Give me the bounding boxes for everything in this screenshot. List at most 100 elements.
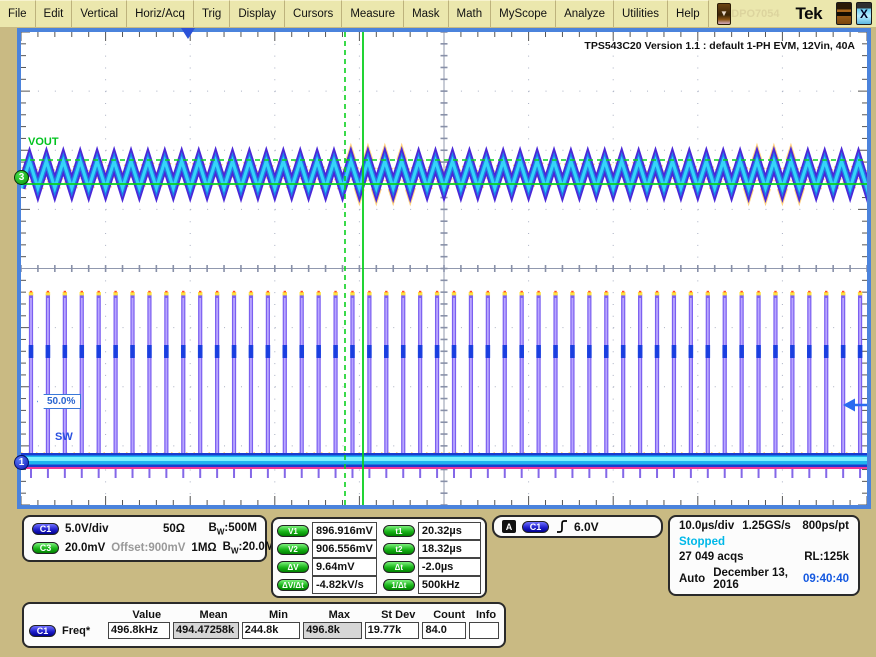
tek-logo: Tek xyxy=(796,4,823,24)
timebase-panel: 10.0µs/div 1.25GS/s 800ps/pt Stopped 27 … xyxy=(668,515,860,596)
menu-item-display[interactable]: Display xyxy=(230,0,285,27)
oscilloscope-screen: FileEditVerticalHoriz/AcqTrigDisplayCurs… xyxy=(0,0,876,657)
sample-rate: 1.25GS/s xyxy=(742,520,791,532)
channel-row-c1[interactable]: C1 5.0V/div 50Ω BW:500M xyxy=(32,522,257,536)
cursor-value: 20.32µs xyxy=(418,522,481,540)
channel-scale: 5.0V/div xyxy=(65,523,143,535)
menu-item-vertical[interactable]: Vertical xyxy=(72,0,127,27)
cursor-badge: Δt xyxy=(383,561,415,573)
trigger-slot-badge: A xyxy=(502,520,516,533)
menu-item-file[interactable]: File xyxy=(0,0,36,27)
menu-item-help[interactable]: Help xyxy=(668,0,709,27)
cursor-badge: ΔV xyxy=(277,561,309,573)
measurement-cell: 496.8k xyxy=(303,622,361,639)
waveform-display[interactable] xyxy=(21,32,867,505)
cursor-value: -4.82kV/s xyxy=(312,576,377,594)
cursor-readout-vt: ΔV/Δt-4.82kV/s xyxy=(277,576,377,594)
acquisition-status: Stopped xyxy=(679,536,725,548)
cursor-badge: ΔV/Δt xyxy=(277,579,309,591)
cursor-value: 906.556mV xyxy=(312,540,377,558)
trigger-panel[interactable]: A C1 6.0V xyxy=(492,515,663,538)
measurement-cell: 19.77k xyxy=(365,622,420,639)
measurement-header: Mean xyxy=(181,609,247,621)
menu-item-trig[interactable]: Trig xyxy=(194,0,230,27)
vout-label: VOUT xyxy=(28,136,59,148)
cursor-readout-v1: V1896.916mV xyxy=(277,522,377,540)
channel-impedance: 1MΩ xyxy=(191,542,216,554)
channel-scale: 20.0mV xyxy=(65,542,105,554)
measurement-header: Min xyxy=(250,609,308,621)
graticule-frame: 3 1 TPS543C20 Version 1.1 : default 1-PH… xyxy=(17,28,871,509)
cursor-value: -2.0µs xyxy=(418,558,481,576)
measurement-cell: 496.8kHz xyxy=(108,622,170,639)
cursor-value: 896.916mV xyxy=(312,522,377,540)
minimize-icon xyxy=(837,12,851,16)
trigger-source-badge: C1 xyxy=(522,521,549,533)
measurement-header: Count xyxy=(428,609,470,621)
channel-bandwidth: BW:20.0M xyxy=(223,541,275,555)
menu-item-edit[interactable]: Edit xyxy=(36,0,73,27)
channel3-marker[interactable]: 3 xyxy=(14,170,29,185)
measurement-cell: 84.0 xyxy=(422,622,466,639)
cursor-readout-panel: V1896.916mVV2906.556mVΔV9.64mVΔV/Δt-4.82… xyxy=(271,517,487,598)
menu-item-myscope[interactable]: MyScope xyxy=(491,0,556,27)
channel-badge: C3 xyxy=(32,542,59,554)
cursor-readout-v: ΔV9.64mV xyxy=(277,558,377,576)
sample-resolution: 800ps/pt xyxy=(802,520,849,532)
channel-impedance: 50Ω xyxy=(163,523,185,535)
measurement-header: St Dev xyxy=(371,609,425,621)
menu-item-analyze[interactable]: Analyze xyxy=(556,0,614,27)
measurement-source-badge: C1 xyxy=(29,625,56,637)
channel-row-c3[interactable]: C320.0mVOffset:900mV1MΩBW:20.0M xyxy=(32,541,257,555)
trigger-level-flag[interactable]: 50.0% xyxy=(37,394,81,409)
trigger-position-marker[interactable] xyxy=(181,28,195,39)
measurement-cell: 244.8k xyxy=(242,622,300,639)
screen-annotation: TPS543C20 Version 1.1 : default 1-PH EVM… xyxy=(584,40,855,52)
cursor-badge: V1 xyxy=(277,525,309,537)
menu-item-mask[interactable]: Mask xyxy=(404,0,448,27)
clock-label: 09:40:40 xyxy=(803,573,849,585)
cursor-badge: V2 xyxy=(277,543,309,555)
measurement-table: ValueMeanMinMaxSt DevCountInfo C1Freq*49… xyxy=(22,602,506,648)
trigger-mode: Auto xyxy=(679,573,705,585)
menu-dropdown-button[interactable]: ▼ xyxy=(717,3,732,25)
menu-item-measure[interactable]: Measure xyxy=(342,0,404,27)
cursor-value: 9.64mV xyxy=(312,558,377,576)
channel-scale-panel: C1 5.0V/div 50Ω BW:500M C3 20.0mV Offset:900mV… xyxy=(22,515,267,562)
cursor-readout-v2: V2906.556mV xyxy=(277,540,377,558)
measurement-cell xyxy=(469,622,499,639)
waveform-plot-area[interactable]: TPS543C20 Version 1.1 : default 1-PH EVM… xyxy=(21,32,867,505)
measurement-header: Value xyxy=(116,609,178,621)
record-length: RL:125k xyxy=(804,551,849,563)
channel-offset: Offset:900mV xyxy=(111,542,185,554)
channel-badge: C1 xyxy=(32,523,59,535)
measurement-name: Freq* xyxy=(62,625,90,637)
date-label: December 13, 2016 xyxy=(713,567,795,591)
cursor-badge: 1/Δt xyxy=(383,579,415,591)
menu-item-cursors[interactable]: Cursors xyxy=(285,0,342,27)
cursor-readout-t2: t218.32µs xyxy=(383,540,481,558)
acquisition-count: 27 049 acqs xyxy=(679,551,744,563)
channel-bandwidth: BW:500M xyxy=(191,522,257,536)
timebase-scale: 10.0µs/div xyxy=(679,520,734,532)
cursor-badge: t2 xyxy=(383,543,415,555)
cursor-value: 500kHz xyxy=(418,576,481,594)
sw-label: SW xyxy=(55,431,73,443)
cursor-readout-t: Δt-2.0µs xyxy=(383,558,481,576)
measurement-row-freq[interactable]: C1 Freq* 496.8kHz494.47258k244.8k496.8k19.… xyxy=(29,622,499,639)
model-label: DPO7054 xyxy=(731,8,779,20)
cursor-value: 18.32µs xyxy=(418,540,481,558)
rising-edge-icon xyxy=(555,519,568,534)
measurement-header: Info xyxy=(473,609,499,621)
cursor-readout-1t: 1/Δt500kHz xyxy=(383,576,481,594)
menu-bar: FileEditVerticalHoriz/AcqTrigDisplayCurs… xyxy=(0,0,876,27)
menu-item-horiz-acq[interactable]: Horiz/Acq xyxy=(127,0,194,27)
cursor-readout-t1: t120.32µs xyxy=(383,522,481,540)
cursor-badge: t1 xyxy=(383,525,415,537)
close-button[interactable]: X xyxy=(856,2,872,25)
menu-item-utilities[interactable]: Utilities xyxy=(614,0,668,27)
measurement-cell: 494.47258k xyxy=(173,622,239,639)
menu-item-math[interactable]: Math xyxy=(449,0,492,27)
channel1-marker[interactable]: 1 xyxy=(14,455,29,470)
minimize-button[interactable] xyxy=(836,2,852,25)
